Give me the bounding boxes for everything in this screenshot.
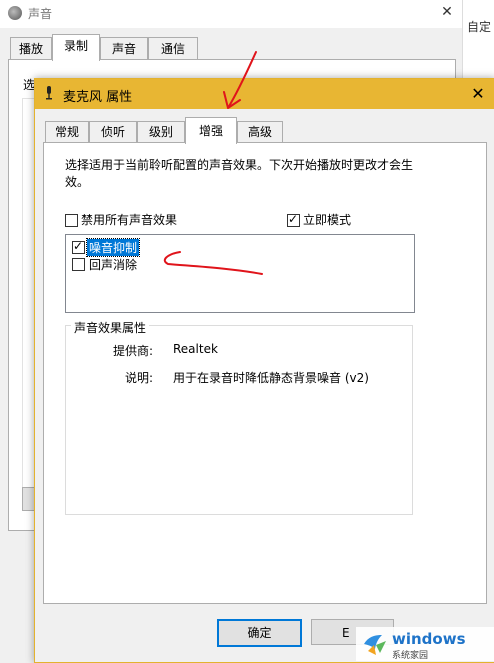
disable-all-effects-label[interactable]: 禁用所有声音效果 — [81, 211, 177, 228]
immediate-mode-label[interactable]: 立即模式 — [303, 211, 351, 228]
watermark-subtitle: 系统家园 — [392, 651, 429, 661]
enhancements-description: 选择适用于当前聆听配置的声音效果。下次开始播放时更改才会生 效。 — [65, 157, 425, 191]
echo-cancellation-checkbox[interactable] — [72, 258, 85, 271]
tab-enhancements[interactable]: 增强 — [185, 117, 237, 144]
background-window-titlebar: 声音 — [0, 0, 462, 28]
tab-levels[interactable]: 级别 — [137, 121, 185, 143]
speaker-icon — [8, 6, 22, 20]
dialog-close-icon[interactable]: ✕ — [467, 83, 489, 105]
tab-communications[interactable]: 通信 — [148, 37, 198, 60]
tab-sounds[interactable]: 声音 — [100, 37, 148, 60]
tab-recording[interactable]: 录制 — [52, 34, 100, 61]
tab-general[interactable]: 常规 — [45, 121, 89, 143]
provider-value: Realtek — [173, 342, 218, 356]
provider-key: 提供商: — [113, 344, 154, 358]
microphone-icon — [46, 86, 52, 100]
description-line-2: 效。 — [65, 175, 90, 189]
noise-suppression-label[interactable]: 噪音抑制 — [85, 238, 141, 257]
effect-description-value: 用于在录音时降低静态背景噪音 (v2) — [173, 371, 369, 385]
watermark: windows 系统家园 — [356, 627, 494, 661]
background-window-title: 声音 — [28, 7, 53, 21]
background-app-text: 自定 — [467, 20, 492, 34]
disable-all-effects-checkbox[interactable] — [65, 214, 78, 227]
effects-list[interactable]: 噪音抑制 回声消除 — [65, 234, 415, 313]
noise-suppression-checkbox[interactable] — [72, 239, 85, 254]
tab-advanced[interactable]: 高级 — [237, 121, 283, 143]
close-icon[interactable]: ✕ — [436, 2, 458, 22]
watermark-brand: windows — [392, 630, 466, 648]
description-line-1: 选择适用于当前聆听配置的声音效果。下次开始播放时更改才会生 — [65, 158, 414, 172]
tab-playback[interactable]: 播放 — [10, 37, 52, 60]
echo-cancellation-label[interactable]: 回声消除 — [89, 256, 137, 273]
microphone-properties-dialog: 麦克风 属性 ✕ 常规 侦听 级别 增强 高级 选择适用于当前聆听配置的声音效果… — [34, 78, 494, 663]
dialog-title: 麦克风 属性 — [63, 90, 133, 105]
dialog-titlebar: 麦克风 属性 ✕ — [35, 79, 494, 109]
tab-listen[interactable]: 侦听 — [89, 121, 137, 143]
ok-button[interactable]: 确定 — [217, 619, 302, 647]
effect-description-key: 说明: — [125, 371, 154, 385]
effect-properties-title: 声音效果属性 — [71, 319, 150, 336]
windows-logo-icon — [364, 635, 386, 655]
immediate-mode-checkbox[interactable] — [287, 212, 300, 227]
